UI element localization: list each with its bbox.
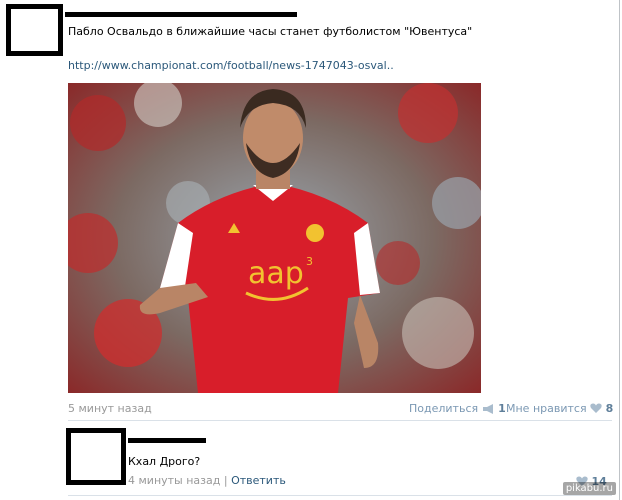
- comment-timestamp[interactable]: 4 минуты назад: [128, 474, 220, 487]
- window-border: [619, 0, 620, 500]
- comment-meta: 4 минуты назад | Ответить: [128, 474, 286, 487]
- post-link[interactable]: http://www.championat.com/football/news-…: [68, 59, 394, 72]
- post-like-button[interactable]: Мне нравится 8: [506, 402, 613, 417]
- post-text: Пабло Освальдо в ближайшие часы станет ф…: [68, 25, 473, 38]
- share-count: 1: [498, 402, 506, 415]
- post-share-button[interactable]: Поделиться 1: [409, 402, 506, 417]
- pikabu-watermark: pikabu.ru: [562, 482, 616, 495]
- post-photo[interactable]: aap 3: [68, 83, 481, 393]
- like-label: Мне нравится: [506, 402, 587, 415]
- post-author-avatar[interactable]: [6, 4, 63, 56]
- football-player-photo: aap 3: [68, 83, 481, 393]
- megaphone-icon: [482, 404, 495, 417]
- like-count: 8: [605, 402, 614, 415]
- bottom-separator: [68, 495, 612, 496]
- comments-separator: [68, 420, 612, 421]
- comment-author-avatar[interactable]: [66, 428, 126, 485]
- post-author-name-redacted[interactable]: [65, 12, 297, 17]
- comment-reply-link[interactable]: Ответить: [231, 474, 286, 487]
- comment-text: Кхал Дрого?: [128, 455, 201, 468]
- heart-icon: [590, 403, 602, 417]
- post-timestamp[interactable]: 5 минут назад: [68, 402, 152, 415]
- sponsor-logo-text: aap: [248, 256, 304, 291]
- meta-divider: |: [223, 474, 232, 487]
- sponsor-logo-sup: 3: [306, 255, 313, 268]
- share-label: Поделиться: [409, 402, 479, 415]
- comment-author-name-redacted[interactable]: [128, 438, 206, 443]
